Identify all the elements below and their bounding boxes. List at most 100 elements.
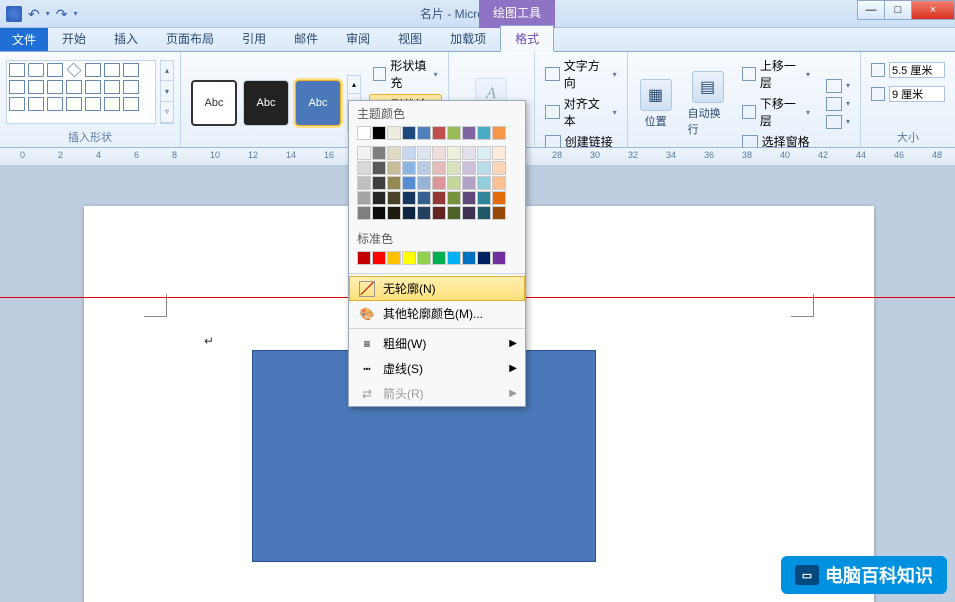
color-swatch[interactable] <box>417 206 431 220</box>
color-swatch[interactable] <box>357 161 371 175</box>
color-swatch[interactable] <box>477 161 491 175</box>
color-swatch[interactable] <box>492 146 506 160</box>
text-direction-button[interactable]: 文字方向▾ <box>541 56 621 92</box>
tab-home[interactable]: 开始 <box>48 26 100 51</box>
color-swatch[interactable] <box>387 126 401 140</box>
color-swatch[interactable] <box>372 191 386 205</box>
color-swatch[interactable] <box>372 176 386 190</box>
tab-insert[interactable]: 插入 <box>100 26 152 51</box>
rotate-button[interactable]: ▾ <box>822 114 854 130</box>
color-swatch[interactable] <box>447 191 461 205</box>
color-swatch[interactable] <box>417 126 431 140</box>
redo-icon[interactable]: ↷ <box>56 7 68 21</box>
color-swatch[interactable] <box>492 251 506 265</box>
color-swatch[interactable] <box>387 146 401 160</box>
color-swatch[interactable] <box>492 161 506 175</box>
color-swatch[interactable] <box>462 251 476 265</box>
style-preset-3[interactable]: Abc <box>295 80 341 126</box>
color-swatch[interactable] <box>477 191 491 205</box>
color-swatch[interactable] <box>432 161 446 175</box>
color-swatch[interactable] <box>417 146 431 160</box>
color-swatch[interactable] <box>462 176 476 190</box>
color-swatch[interactable] <box>402 191 416 205</box>
color-swatch[interactable] <box>417 161 431 175</box>
style-preset-1[interactable]: Abc <box>191 80 237 126</box>
tab-layout[interactable]: 页面布局 <box>152 26 228 51</box>
color-swatch[interactable] <box>357 146 371 160</box>
color-swatch[interactable] <box>372 126 386 140</box>
color-swatch[interactable] <box>447 146 461 160</box>
color-swatch[interactable] <box>387 206 401 220</box>
color-swatch[interactable] <box>447 176 461 190</box>
color-swatch[interactable] <box>492 206 506 220</box>
color-swatch[interactable] <box>357 251 371 265</box>
color-swatch[interactable] <box>387 176 401 190</box>
undo-icon[interactable]: ↶ <box>28 7 40 21</box>
close-button[interactable]: × <box>911 0 955 20</box>
color-swatch[interactable] <box>372 206 386 220</box>
tab-view[interactable]: 视图 <box>384 26 436 51</box>
tab-mailings[interactable]: 邮件 <box>280 26 332 51</box>
color-swatch[interactable] <box>387 161 401 175</box>
dashes-item[interactable]: ┅ 虚线(S) ▶ <box>349 356 525 381</box>
weight-item[interactable]: ≡ 粗细(W) ▶ <box>349 331 525 356</box>
color-swatch[interactable] <box>372 146 386 160</box>
color-swatch[interactable] <box>447 251 461 265</box>
color-swatch[interactable] <box>402 126 416 140</box>
color-swatch[interactable] <box>432 206 446 220</box>
shape-gallery[interactable] <box>6 60 156 124</box>
color-swatch[interactable] <box>462 126 476 140</box>
color-swatch[interactable] <box>357 176 371 190</box>
color-swatch[interactable] <box>477 251 491 265</box>
color-swatch[interactable] <box>432 146 446 160</box>
color-swatch[interactable] <box>477 126 491 140</box>
color-swatch[interactable] <box>417 251 431 265</box>
bring-forward-button[interactable]: 上移一层▾ <box>738 56 814 92</box>
tab-references[interactable]: 引用 <box>228 26 280 51</box>
group-button[interactable]: ▾ <box>822 96 854 112</box>
color-swatch[interactable] <box>372 251 386 265</box>
save-icon[interactable] <box>6 6 22 22</box>
shape-fill-button[interactable]: 形状填充▾ <box>369 56 442 92</box>
color-swatch[interactable] <box>462 191 476 205</box>
color-swatch[interactable] <box>432 191 446 205</box>
maximize-button[interactable]: □ <box>884 0 912 20</box>
tab-file[interactable]: 文件 <box>0 27 48 51</box>
send-backward-button[interactable]: 下移一层▾ <box>738 94 814 130</box>
height-input[interactable] <box>889 62 945 78</box>
tab-addins[interactable]: 加载项 <box>436 26 500 51</box>
wrap-text-button[interactable]: ▤自动换行 <box>682 69 734 139</box>
color-swatch[interactable] <box>402 161 416 175</box>
shape-gallery-nav[interactable]: ▴▾▿ <box>160 60 174 124</box>
color-swatch[interactable] <box>402 176 416 190</box>
color-swatch[interactable] <box>432 126 446 140</box>
no-outline-item[interactable]: 无轮廓(N) <box>349 276 525 301</box>
color-swatch[interactable] <box>402 146 416 160</box>
color-swatch[interactable] <box>477 146 491 160</box>
color-swatch[interactable] <box>357 126 371 140</box>
style-preset-2[interactable]: Abc <box>243 80 289 126</box>
color-swatch[interactable] <box>417 176 431 190</box>
color-swatch[interactable] <box>417 191 431 205</box>
color-swatch[interactable] <box>477 206 491 220</box>
color-swatch[interactable] <box>492 176 506 190</box>
color-swatch[interactable] <box>447 126 461 140</box>
width-input[interactable] <box>889 86 945 102</box>
color-swatch[interactable] <box>432 176 446 190</box>
color-swatch[interactable] <box>447 206 461 220</box>
color-swatch[interactable] <box>432 251 446 265</box>
color-swatch[interactable] <box>477 176 491 190</box>
tab-review[interactable]: 审阅 <box>332 26 384 51</box>
color-swatch[interactable] <box>387 191 401 205</box>
color-swatch[interactable] <box>462 206 476 220</box>
undo-dropdown[interactable]: ▾ <box>46 9 50 18</box>
position-button[interactable]: ▦位置 <box>634 77 678 131</box>
color-swatch[interactable] <box>492 126 506 140</box>
align-text-button[interactable]: 对齐文本▾ <box>541 94 621 130</box>
color-swatch[interactable] <box>372 161 386 175</box>
color-swatch[interactable] <box>387 251 401 265</box>
color-swatch[interactable] <box>402 251 416 265</box>
color-swatch[interactable] <box>462 161 476 175</box>
tab-format[interactable]: 格式 <box>500 25 554 52</box>
more-outline-colors-item[interactable]: 🎨 其他轮廓颜色(M)... <box>349 301 525 326</box>
